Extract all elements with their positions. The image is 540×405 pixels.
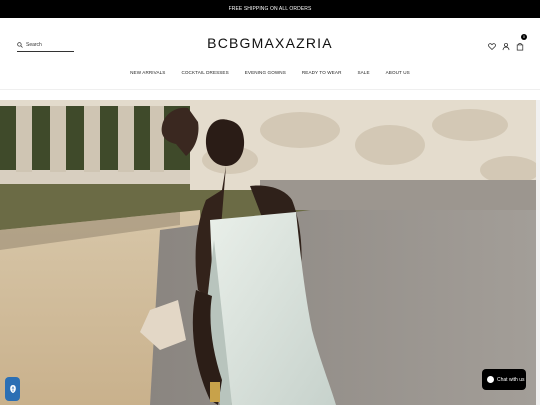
accessibility-button[interactable]: [5, 377, 20, 401]
cart-button[interactable]: 0: [516, 34, 527, 51]
bag-icon: [516, 43, 524, 51]
heart-icon: [488, 43, 496, 51]
promo-text: FREE SHIPPING ON ALL ORDERS: [228, 6, 312, 12]
chat-icon: [487, 376, 494, 383]
site-header: Search BCBGMAXAZRIA 0 NEW ARRIVALS COCKT…: [0, 18, 540, 90]
nav-item-sale[interactable]: SALE: [357, 70, 369, 75]
nav-item-cocktail-dresses[interactable]: COCKTAIL DRESSES: [181, 70, 228, 75]
nav-item-ready-to-wear[interactable]: READY TO WEAR: [302, 70, 342, 75]
cart-count-badge: 0: [521, 34, 527, 40]
scrollbar[interactable]: [536, 100, 540, 405]
header-icons: 0: [488, 34, 527, 51]
brand-logo[interactable]: BCBGMAXAZRIA: [0, 35, 540, 51]
account-button[interactable]: [502, 38, 510, 51]
user-icon: [502, 42, 510, 51]
wishlist-button[interactable]: [488, 38, 496, 51]
hero-image[interactable]: [0, 100, 536, 405]
nav-item-about-us[interactable]: ABOUT US: [386, 70, 410, 75]
hero-photo: [0, 100, 536, 405]
nav-item-new-arrivals[interactable]: NEW ARRIVALS: [130, 70, 165, 75]
accessibility-icon: [9, 385, 16, 393]
nav-item-evening-gowns[interactable]: EVENING GOWNS: [245, 70, 286, 75]
chat-button[interactable]: Chat with us: [482, 369, 526, 390]
chat-label: Chat with us: [497, 376, 525, 383]
main-nav: NEW ARRIVALS COCKTAIL DRESSES EVENING GO…: [0, 70, 540, 75]
promo-bar: FREE SHIPPING ON ALL ORDERS: [0, 0, 540, 18]
